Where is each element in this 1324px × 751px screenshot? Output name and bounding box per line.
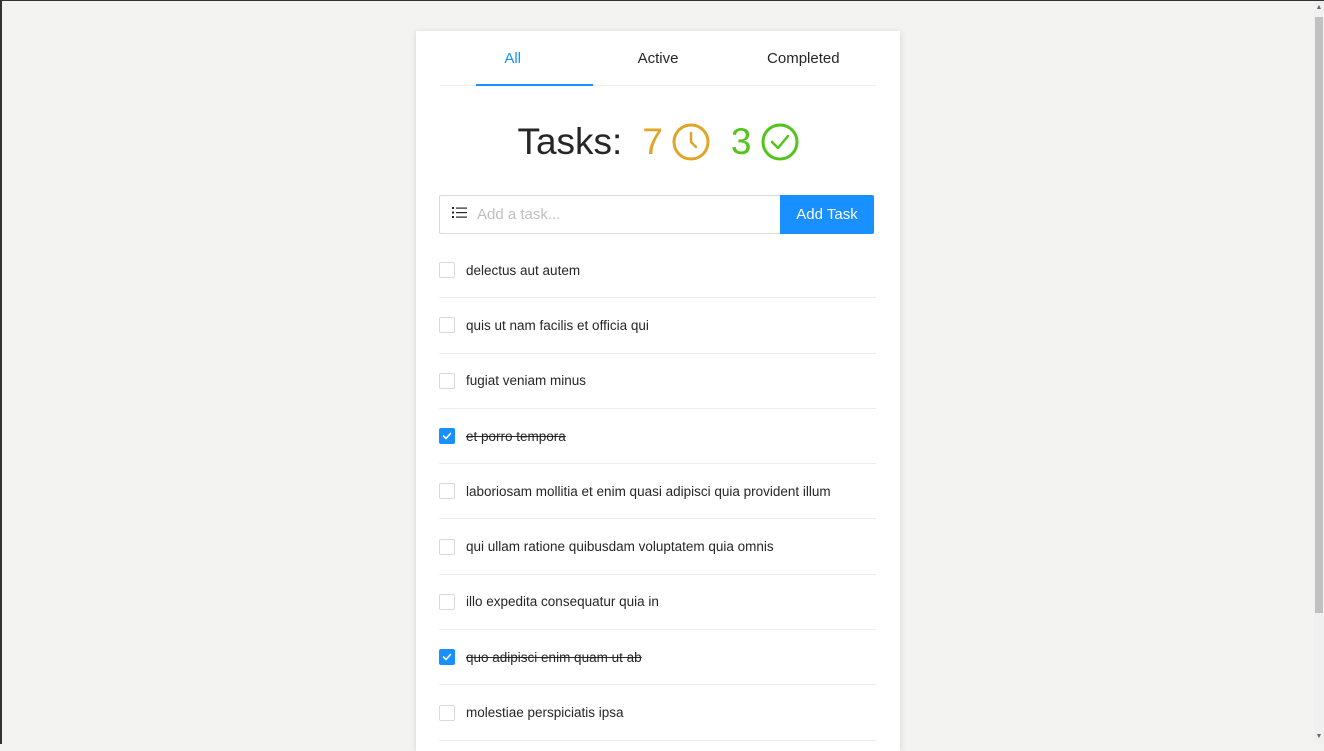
task-text: fugiat veniam minus <box>466 373 587 389</box>
task-checkbox[interactable] <box>439 538 455 555</box>
task-checkbox[interactable] <box>439 704 455 721</box>
task-item: qui ullam ratione quibusdam voluptatem q… <box>439 519 876 575</box>
add-task-input[interactable] <box>477 206 767 223</box>
check-circle-icon <box>761 123 799 161</box>
active-count: 7 <box>642 121 663 162</box>
scroll-down-arrow-icon[interactable]: ▼ <box>1315 732 1323 742</box>
task-checkbox[interactable] <box>439 372 455 389</box>
task-checkbox[interactable] <box>439 428 455 445</box>
filter-tabs: All Active Completed <box>440 31 876 86</box>
vertical-scrollbar[interactable]: ▲ ▼ <box>1314 1 1324 744</box>
completed-count: 3 <box>730 121 752 162</box>
add-task-button[interactable]: Add Task <box>780 195 874 234</box>
stats-title: Tasks: <box>517 121 623 162</box>
task-text: delectus aut autem <box>466 262 581 278</box>
tab-active[interactable]: Active <box>585 31 730 85</box>
checkmark-icon <box>442 432 452 440</box>
task-item: fugiat veniam minus <box>439 354 876 409</box>
task-item: delectus aut autem <box>439 243 876 299</box>
task-checkbox[interactable] <box>439 483 455 500</box>
task-text: molestiae perspiciatis ipsa <box>466 705 624 721</box>
list-icon <box>452 205 477 225</box>
task-checkbox[interactable] <box>439 649 455 666</box>
task-item: illo expedita consequatur quia in <box>439 575 876 631</box>
tab-ink-bar <box>476 84 593 86</box>
tab-all[interactable]: All <box>440 31 585 85</box>
task-checkbox[interactable] <box>439 317 455 334</box>
task-text: quo adipisci enim quam ut ab <box>466 649 642 665</box>
checkmark-icon <box>442 653 452 661</box>
task-item: quis ut nam facilis et officia qui <box>439 298 876 354</box>
task-list: delectus aut autem quis ut nam facilis e… <box>439 243 876 741</box>
task-checkbox[interactable] <box>439 262 455 279</box>
todo-card: All Active Completed Tasks: 7 3 Add a ta… <box>416 31 900 751</box>
task-item: laboriosam mollitia et enim quasi adipis… <box>439 464 876 520</box>
task-text: illo expedita consequatur quia in <box>466 594 659 610</box>
task-checkbox[interactable] <box>439 593 455 610</box>
scrollbar-thumb[interactable] <box>1315 17 1323 613</box>
task-text: laboriosam mollitia et enim quasi adipis… <box>466 483 831 499</box>
add-task-row: Add Task <box>439 195 874 234</box>
task-text: quis ut nam facilis et officia qui <box>466 317 649 333</box>
task-item: molestiae perspiciatis ipsa <box>439 685 876 741</box>
task-item: quo adipisci enim quam ut ab <box>439 630 876 686</box>
task-stats: Tasks: 7 3 <box>416 119 900 165</box>
task-text: qui ullam ratione quibusdam voluptatem q… <box>466 539 774 555</box>
task-text: et porro tempora <box>466 428 566 444</box>
add-task-input-wrapper <box>439 195 780 234</box>
scroll-up-arrow-icon[interactable]: ▲ <box>1315 3 1323 13</box>
tab-completed[interactable]: Completed <box>731 31 876 85</box>
task-item: et porro tempora <box>439 409 876 465</box>
clock-icon <box>672 123 710 161</box>
